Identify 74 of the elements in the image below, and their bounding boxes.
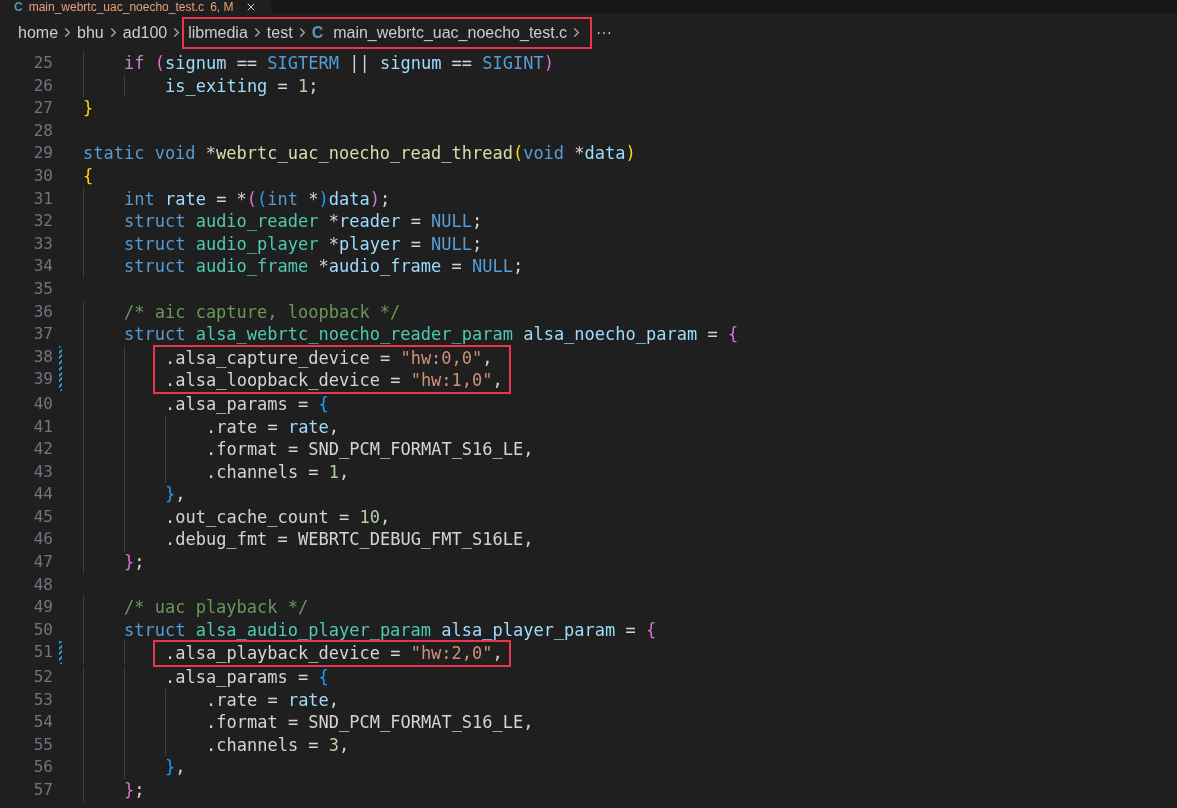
code-line: /* uac playback */: [124, 596, 309, 619]
line-number: 54: [32, 711, 53, 734]
code-line: struct audio_reader *reader = NULL;: [124, 210, 483, 233]
code-line: .format = SND_PCM_FORMAT_S16_LE,: [206, 711, 534, 734]
tab-status: 6, M: [210, 0, 234, 13]
code-line: }: [83, 97, 94, 120]
line-number: 57: [32, 779, 53, 801]
code-line: .rate = rate,: [206, 415, 340, 439]
line-number: 48: [32, 573, 53, 596]
line-number: 52: [32, 666, 53, 689]
editor-tab[interactable]: C main_webrtc_uac_noecho_test.c 6, M: [0, 0, 272, 13]
code-line: .channels = 1,: [206, 460, 350, 484]
code-line: };: [124, 551, 145, 574]
code-line: struct audio_frame *audio_frame = NULL;: [124, 255, 524, 278]
line-number: 31: [32, 187, 53, 210]
code-line: {: [83, 164, 94, 188]
line-number: 56: [32, 756, 53, 779]
line-number: 50: [32, 618, 53, 641]
breadcrumb-item[interactable]: test: [266, 20, 293, 45]
more-button[interactable]: ···: [596, 20, 613, 45]
code-line: struct alsa_webrtc_noecho_reader_param alsa_noecho_param = {: [124, 323, 739, 346]
code-line: static void *webrtc_uac_noecho_read_thread(void *data): [83, 142, 636, 165]
line-number: 55: [32, 733, 53, 756]
code-line: },: [165, 483, 186, 506]
line-number: 38: [32, 345, 53, 368]
code-line: .alsa_playback_device = "hw:2,0",: [165, 642, 503, 666]
code-line: };: [124, 779, 145, 802]
code-line: .alsa_params = {: [165, 392, 329, 416]
code-line: int rate = *((int *)data);: [124, 187, 391, 211]
breadcrumb-item[interactable]: bhu: [77, 20, 104, 45]
line-number: 47: [32, 551, 53, 574]
line-number: 27: [32, 97, 53, 120]
line-number: 32: [32, 210, 53, 233]
tab-title: main_webrtc_uac_noecho_test.c: [28, 0, 205, 13]
breadcrumb-item[interactable]: C main_webrtc_uac_noecho_test.c: [311, 20, 568, 45]
code-line: .alsa_capture_device = "hw:0,0",: [165, 346, 493, 370]
line-number: 35: [32, 277, 53, 300]
line-number: 46: [32, 528, 53, 551]
code-line: if (signum == SIGTERM || signum == SIGINT): [124, 52, 554, 75]
line-number: 45: [32, 505, 53, 528]
line-number: 29: [32, 142, 53, 165]
line-number: 42: [32, 438, 53, 461]
line-number: 37: [32, 323, 53, 346]
line-number: 51: [32, 641, 53, 664]
code-line: .format = SND_PCM_FORMAT_S16_LE,: [206, 438, 534, 461]
code-line: .channels = 3,: [206, 733, 350, 757]
line-number: 28: [32, 119, 53, 142]
line-number: 33: [32, 232, 53, 255]
c-file-label: C: [14, 0, 23, 13]
line-number: 26: [32, 74, 53, 97]
line-number: 49: [32, 596, 53, 619]
line-number: 36: [32, 300, 53, 323]
breadcrumb-item[interactable]: libmedia: [188, 20, 248, 45]
line-number: 43: [32, 460, 53, 483]
line-number: 41: [32, 415, 53, 438]
line-number: 25: [32, 52, 53, 74]
code-line: .alsa_params = {: [165, 666, 329, 689]
line-number: 34: [32, 255, 53, 278]
code-line: is_exiting = 1;: [165, 74, 319, 98]
breadcrumb-item[interactable]: home: [18, 20, 59, 45]
line-number: 53: [32, 688, 53, 711]
code-line: .rate = rate,: [206, 688, 340, 712]
line-number: 40: [32, 392, 53, 415]
code-line: struct audio_player *player = NULL;: [124, 232, 483, 256]
code-line: /* aic capture, loopback */: [124, 300, 401, 324]
code-line: struct alsa_audio_player_param alsa_player_param = {: [124, 618, 657, 642]
code-line: },: [165, 756, 186, 779]
line-number: 30: [32, 164, 53, 187]
breadcrumb-item[interactable]: ad100: [122, 20, 168, 45]
line-number: 39: [32, 368, 53, 391]
line-number: 44: [32, 483, 53, 506]
code-line: .out_cache_count = 10,: [165, 505, 391, 529]
code-line: .debug_fmt = WEBRTC_DEBUG_FMT_S16LE,: [165, 528, 534, 552]
code-line: .alsa_loopback_device = "hw:1,0",: [165, 369, 503, 392]
